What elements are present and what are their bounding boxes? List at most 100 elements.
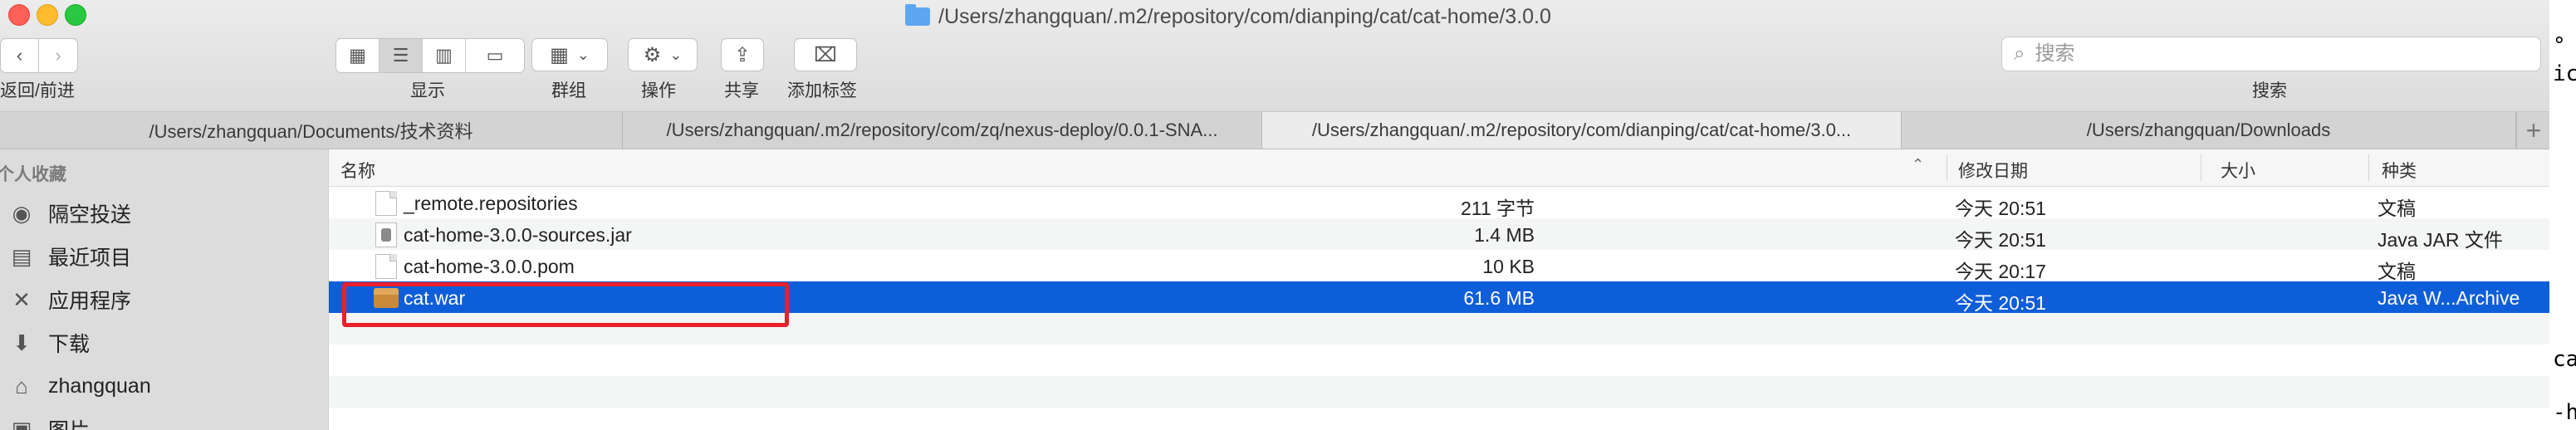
columns-icon: ▥: [435, 45, 453, 66]
gear-icon: ⚙: [643, 43, 662, 66]
file-size: 1.4 MB: [1474, 224, 1535, 246]
sidebar-item-label: 下载: [48, 333, 91, 356]
column-header: 名称 ⌃ 修改日期 大小 种类: [329, 149, 2549, 187]
empty-row: [329, 376, 2549, 408]
file-date: 今天 20:51: [1955, 292, 2046, 314]
applications-icon: ✕: [12, 286, 31, 312]
close-window-button[interactable]: [8, 4, 30, 26]
airdrop-icon: ◉: [12, 200, 32, 226]
sidebar-item-downloads[interactable]: ⬇ 下载: [0, 325, 328, 361]
sidebar-item-label: 隔空投送: [48, 203, 132, 227]
view-mode-control: ▦ ☰ ▥ ▭: [335, 38, 525, 73]
column-kind[interactable]: 种类: [2382, 158, 2417, 183]
action-label: 操作: [641, 81, 676, 100]
home-icon: ⌂: [15, 373, 28, 398]
search-label: 搜索: [2252, 81, 2287, 100]
empty-row: [329, 408, 2549, 430]
jar-file-icon: [375, 222, 397, 247]
minimize-window-button[interactable]: [37, 4, 58, 26]
recents-icon: ▤: [11, 243, 32, 269]
search-input[interactable]: [2033, 42, 2502, 66]
toolbar: /Users/zhangquan/.m2/repository/com/dian…: [0, 0, 2576, 112]
group-label: 群组: [551, 81, 586, 100]
tag-icon: ⌧: [814, 43, 837, 66]
file-name: cat-home-3.0.0.pom: [404, 256, 575, 277]
window-title-text: /Users/zhangquan/.m2/repository/com/dian…: [938, 4, 1551, 28]
file-date: 今天 20:17: [1955, 261, 2046, 282]
sidebar-item-label: 图片: [48, 414, 90, 430]
sort-chevron-up-icon: ⌃: [1912, 156, 1925, 173]
sidebar-item-label: 应用程序: [48, 290, 132, 313]
chevron-right-icon: ›: [55, 45, 61, 66]
share-button[interactable]: ⇪: [721, 38, 764, 71]
window-title: /Users/zhangquan/.m2/repository/com/dian…: [905, 0, 1551, 33]
fragment-text: -h: [2553, 400, 2576, 425]
tab-downloads[interactable]: /Users/zhangquan/Downloads: [1902, 112, 2516, 149]
tab-label: /Users/zhangquan/Downloads: [2086, 120, 2331, 140]
tab-documents[interactable]: /Users/zhangquan/Documents/技术资料: [0, 112, 623, 149]
fragment-text: ic: [2553, 61, 2576, 86]
column-size[interactable]: 大小: [2221, 158, 2255, 183]
document-icon: [375, 191, 397, 216]
share-label: 共享: [724, 81, 759, 100]
grid-icon: ▦: [349, 45, 366, 66]
background-window-fragment: ° ic ca -h: [2549, 0, 2576, 430]
sidebar-item-label: 最近项目: [48, 247, 132, 270]
column-separator[interactable]: [2368, 154, 2369, 181]
sidebar-item-label: zhangquan: [48, 374, 151, 398]
icon-view-button[interactable]: ▦: [336, 39, 380, 72]
add-tag-button[interactable]: ⌧: [794, 38, 857, 71]
file-date: 今天 20:51: [1955, 229, 2046, 251]
file-kind: 文稿: [2378, 198, 2416, 219]
sidebar-item-recents[interactable]: ▤ 最近项目: [0, 238, 328, 275]
tab-label: /Users/zhangquan/.m2/repository/com/dian…: [1311, 120, 1852, 140]
add-tag-label: 添加标签: [787, 81, 857, 100]
back-forward-label: 返回/前进: [0, 81, 75, 100]
file-date: 今天 20:51: [1955, 198, 2046, 219]
sidebar-item-pictures[interactable]: ▣ 图片: [0, 411, 328, 430]
column-date[interactable]: 修改日期: [1958, 158, 2028, 183]
chevron-down-icon: ⌄: [669, 46, 683, 63]
column-view-button[interactable]: ▥: [423, 39, 466, 72]
action-button[interactable]: ⚙ ⌄: [628, 38, 698, 71]
folder-icon: [905, 4, 930, 26]
file-row[interactable]: cat-home-3.0.0.pom 今天 20:17 10 KB 文稿: [329, 250, 2549, 282]
file-size: 10 KB: [1482, 256, 1535, 277]
view-label: 显示: [410, 81, 445, 100]
forward-button[interactable]: ›: [39, 39, 77, 72]
sidebar: 个人收藏 ◉ 隔空投送 ▤ 最近项目 ✕ 应用程序 ⬇ 下载 ⌂ zhangqu…: [0, 149, 329, 430]
tab-nexus-deploy[interactable]: /Users/zhangquan/.m2/repository/com/zq/n…: [623, 112, 1262, 149]
share-icon: ⇪: [733, 43, 752, 66]
search-icon: ⌕: [2014, 42, 2025, 65]
file-name: cat-home-3.0.0-sources.jar: [404, 224, 632, 246]
fragment-text: °: [2553, 33, 2566, 58]
sidebar-item-airdrop[interactable]: ◉ 隔空投送: [0, 195, 328, 232]
search-field[interactable]: ⌕: [2001, 37, 2541, 71]
downloads-icon: ⬇: [12, 330, 31, 355]
sidebar-heading: 个人收藏: [0, 165, 66, 184]
chevron-down-icon: ⌄: [576, 46, 590, 63]
file-size: 61.6 MB: [1463, 287, 1535, 309]
sidebar-item-home[interactable]: ⌂ zhangquan: [0, 368, 328, 404]
maximize-window-button[interactable]: [65, 4, 86, 26]
sidebar-item-applications[interactable]: ✕ 应用程序: [0, 281, 328, 318]
new-tab-button[interactable]: +: [2516, 112, 2550, 149]
fragment-text: ca: [2553, 347, 2576, 372]
file-kind: 文稿: [2378, 261, 2416, 282]
group-button[interactable]: ▦ ⌄: [531, 38, 608, 71]
file-row[interactable]: cat-home-3.0.0-sources.jar 今天 20:51 1.4 …: [329, 218, 2549, 251]
list-view-button[interactable]: ☰: [380, 39, 423, 72]
tab-label: /Users/zhangquan/.m2/repository/com/zq/n…: [666, 120, 1218, 140]
chevron-left-icon: ‹: [16, 45, 23, 66]
tab-label: /Users/zhangquan/Documents/技术资料: [149, 121, 473, 142]
plus-icon: +: [2525, 115, 2542, 145]
gallery-view-button[interactable]: ▭: [466, 39, 524, 72]
column-name[interactable]: 名称: [340, 158, 375, 183]
file-row[interactable]: _remote.repositories 今天 20:51 211 字节 文稿: [329, 187, 2549, 219]
group-grid-icon: ▦: [550, 43, 569, 66]
back-button[interactable]: ‹: [1, 39, 39, 72]
file-kind: Java JAR 文件: [2378, 229, 2503, 251]
gallery-icon: ▭: [486, 45, 504, 66]
tab-cat-home[interactable]: /Users/zhangquan/.m2/repository/com/dian…: [1262, 112, 1902, 149]
empty-row: [329, 344, 2549, 376]
